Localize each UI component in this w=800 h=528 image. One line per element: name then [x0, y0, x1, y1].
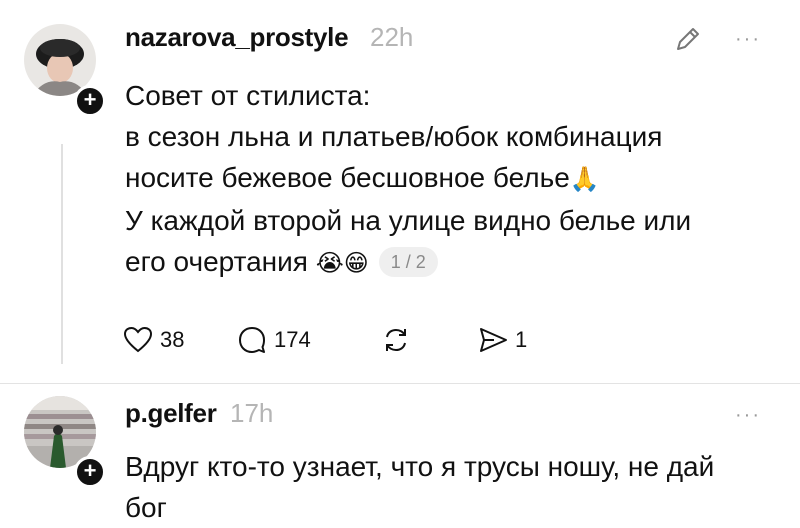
post-pgelfer: + p.gelfer 17h ··· Вдруг кто-то узнает, … — [0, 386, 800, 527]
post-line: носите бежевое бесшовное белье🙏 — [125, 157, 785, 200]
post-line: его очертания 😭😁 1 / 2 — [125, 241, 785, 284]
share-count: 1 — [515, 327, 528, 352]
repost-icon — [386, 328, 406, 352]
post-body: Совет от стилиста: в сезон льна и платье… — [125, 75, 785, 284]
post-line-text: его очертания — [125, 246, 308, 277]
post-line: в сезон льна и платьев/юбок комбинация — [125, 121, 663, 152]
more-icon[interactable]: ··· — [735, 404, 761, 427]
post-divider — [0, 383, 800, 384]
crying-grin-emoji: 😭😁 — [315, 249, 369, 277]
post-line: Совет от стилиста: — [125, 80, 371, 111]
comment-icon — [239, 327, 265, 353]
follow-plus-icon[interactable]: + — [74, 85, 106, 117]
page-indicator: 1 / 2 — [378, 247, 438, 277]
post-line-text: носите бежевое бесшовное белье — [125, 162, 570, 193]
post-line: Вдруг кто-то узнает, что я трусы ношу, н… — [125, 451, 715, 482]
more-icon[interactable]: ··· — [735, 28, 761, 51]
send-icon — [480, 328, 507, 352]
post-nazarova: + nazarova_prostyle 22h ··· Совет от сти… — [0, 0, 800, 386]
repost-button[interactable] — [380, 320, 412, 360]
share-button[interactable]: 1 — [477, 320, 527, 360]
like-count: 38 — [160, 327, 185, 352]
post-timestamp: 22h — [370, 22, 414, 52]
reply-button[interactable]: 174 — [236, 320, 311, 360]
heart-icon — [123, 326, 153, 353]
follow-plus-icon[interactable]: + — [74, 456, 106, 488]
reply-count: 174 — [274, 327, 311, 352]
pray-emoji: 🙏 — [569, 165, 600, 193]
post-body: Вдруг кто-то узнает, что я трусы ношу, н… — [125, 446, 785, 528]
post-timestamp: 17h — [230, 398, 274, 428]
post-username[interactable]: nazarova_prostyle — [125, 22, 349, 53]
post-username[interactable]: p.gelfer — [125, 398, 217, 429]
like-button[interactable]: 38 — [122, 320, 184, 360]
post-line: бог — [125, 492, 167, 523]
edit-icon[interactable] — [673, 24, 703, 59]
thread-line — [61, 144, 63, 364]
post-line: У каждой второй на улице видно белье или — [125, 205, 692, 236]
